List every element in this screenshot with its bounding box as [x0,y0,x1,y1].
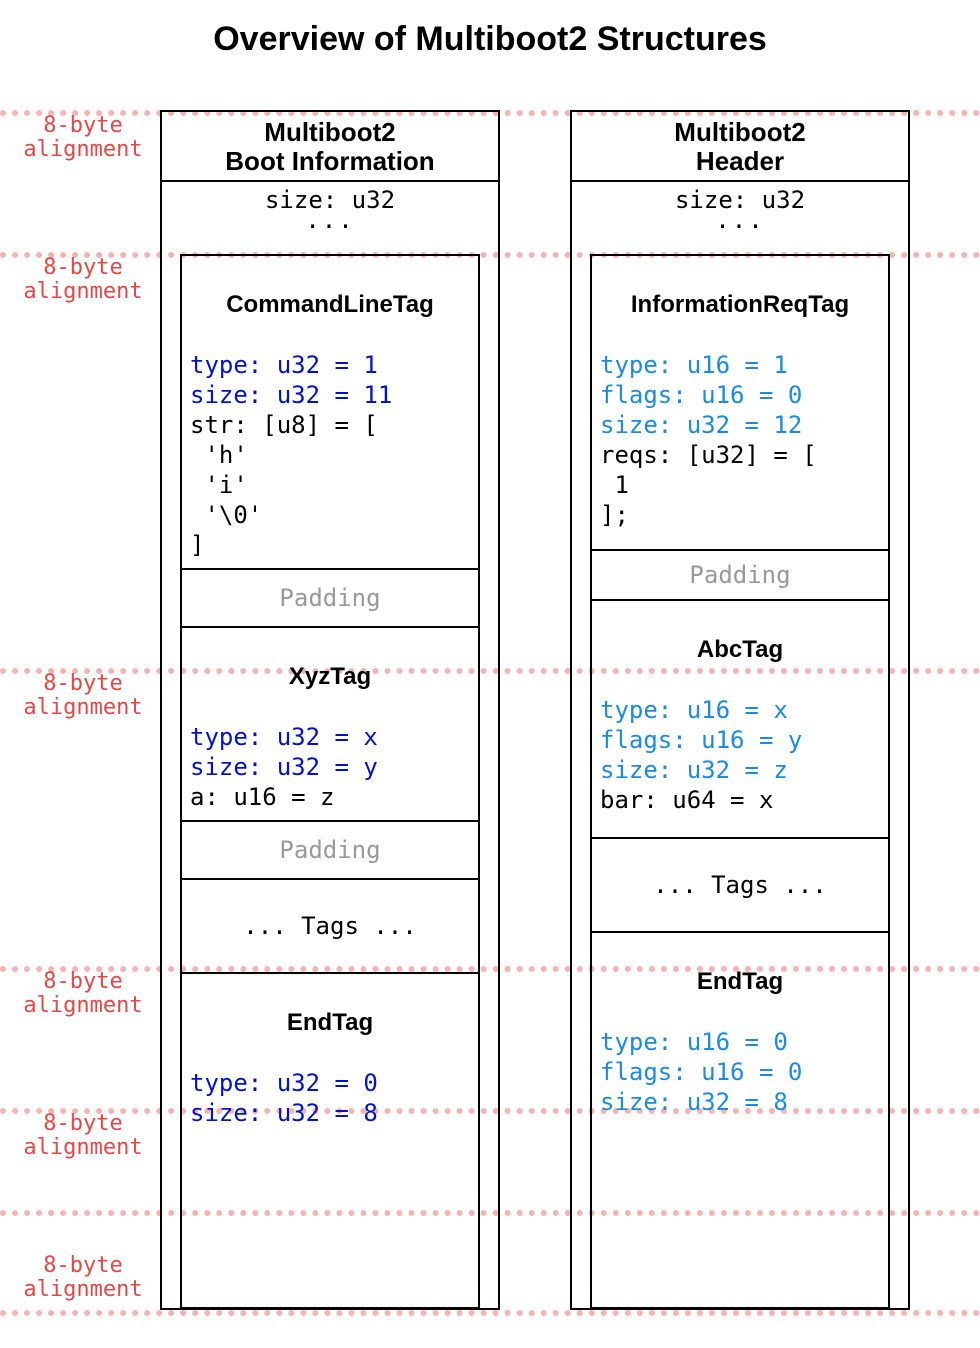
padding-block: Padding [182,568,478,626]
commandline-tag: CommandLineTag type: u32 = 1 size: u32 =… [182,256,478,568]
tag-name: EndTag [190,1008,470,1038]
padding-block: Padding [182,820,478,878]
tag-name: EndTag [600,967,880,997]
ellipsis: ... [572,214,908,226]
header-column: Multiboot2 Header size: u32 ... Informat… [570,110,910,1310]
tag-header-fields: type: u32 = x size: u32 = y [190,723,378,781]
alignment-label: 8-byte alignment [8,1254,158,1302]
alignment-label: 8-byte alignment [8,114,158,162]
padding-block: Padding [592,549,888,599]
xyz-tag: XyzTag type: u32 = x size: u32 = y a: u1… [182,626,478,820]
tag-header-fields: type: u16 = x flags: u16 = y size: u32 =… [600,696,802,784]
page-title: Overview of Multiboot2 Structures [0,20,980,59]
mb2-header-header: Multiboot2 Header [572,112,908,182]
header-tags-container: InformationReqTag type: u16 = 1 flags: u… [590,254,890,1309]
end-tag: EndTag type: u16 = 0 flags: u16 = 0 size… [592,931,888,1125]
boot-info-header: Multiboot2 Boot Information [162,112,498,182]
more-tags-ellipsis: ... Tags ... [592,837,888,931]
tag-name: CommandLineTag [190,290,470,320]
boot-info-column: Multiboot2 Boot Information size: u32 ..… [160,110,500,1310]
alignment-label: 8-byte alignment [8,256,158,304]
tag-body-fields: str: [u8] = [ 'h' 'i' '\0' ] [190,411,378,559]
tag-name: AbcTag [600,635,880,665]
alignment-label: 8-byte alignment [8,672,158,720]
inforeq-tag: InformationReqTag type: u16 = 1 flags: u… [592,256,888,549]
tag-body-fields: bar: u64 = x [600,786,773,814]
tag-name: InformationReqTag [600,290,880,320]
alignment-label: 8-byte alignment [8,970,158,1018]
alignment-line [0,1310,980,1316]
tag-body-fields: reqs: [u32] = [ 1 ]; [600,441,817,529]
tag-header-fields: type: u32 = 0 size: u32 = 8 [190,1069,378,1127]
tag-header-fields: type: u16 = 0 flags: u16 = 0 size: u32 =… [600,1028,802,1116]
alignment-label: 8-byte alignment [8,1112,158,1160]
end-tag: EndTag type: u32 = 0 size: u32 = 8 [182,972,478,1136]
tag-header-fields: type: u32 = 1 size: u32 = 11 [190,351,392,409]
tag-header-fields: type: u16 = 1 flags: u16 = 0 size: u32 =… [600,351,802,439]
more-tags-ellipsis: ... Tags ... [182,878,478,972]
ellipsis: ... [162,214,498,226]
boot-info-tags-container: CommandLineTag type: u32 = 1 size: u32 =… [180,254,480,1309]
abc-tag: AbcTag type: u16 = x flags: u16 = y size… [592,599,888,837]
tag-body-fields: a: u16 = z [190,783,335,811]
tag-name: XyzTag [190,662,470,692]
